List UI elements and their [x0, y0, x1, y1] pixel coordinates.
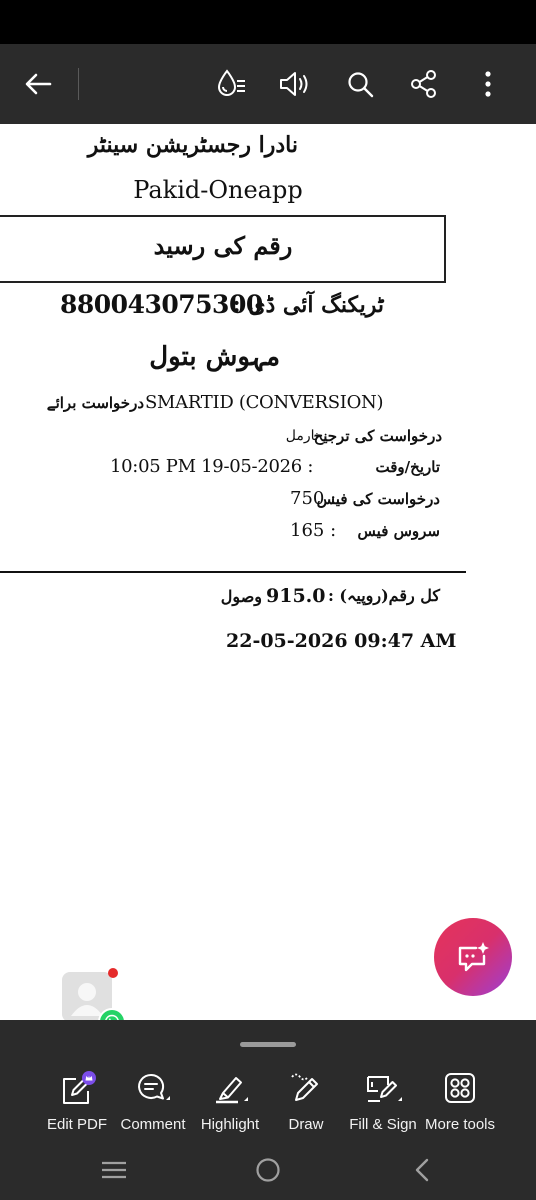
fill-sign-icon: [341, 1068, 425, 1108]
back-icon[interactable]: [402, 1154, 442, 1186]
comment-icon: [111, 1068, 195, 1108]
edit-pdf-icon: [35, 1068, 119, 1108]
top-toolbar: [0, 44, 536, 124]
tracking-label: ٹریکنگ آئی ڈی :: [232, 292, 384, 318]
total-label: کل رقم(روپیہ) :: [327, 586, 440, 605]
service-fee-value: 165 :: [290, 520, 337, 541]
request-for-label: درخواست برائے: [46, 394, 144, 412]
priority-label: درخواست کی ترجیح: [313, 427, 442, 445]
request-for-value: SMARTID (CONVERSION): [145, 392, 384, 413]
status-bar: [0, 0, 536, 44]
app-name: Pakid-Oneapp: [133, 176, 303, 204]
search-icon[interactable]: [340, 64, 380, 104]
datetime-value: 10:05 PM 19-05-2026 :: [110, 456, 314, 477]
home-icon[interactable]: [248, 1154, 288, 1186]
priority-value: : نارمل: [285, 428, 328, 444]
more-tools-button[interactable]: More tools: [418, 1068, 502, 1138]
receipt-datetime: 22-05-2026 09:47 AM: [226, 630, 457, 652]
notification-dot: [108, 968, 118, 978]
drag-handle[interactable]: [240, 1042, 296, 1047]
highlight-icon: [188, 1068, 272, 1108]
ai-assistant-button[interactable]: [434, 918, 512, 996]
draw-icon: [264, 1068, 348, 1108]
ai-chat-sparkle-icon: [458, 942, 489, 972]
app-fee-value: 750 :: [290, 488, 337, 509]
datetime-label: تاریخ/وقت: [375, 458, 440, 476]
read-aloud-icon[interactable]: [274, 64, 314, 104]
tracking-id: 880043075300: [60, 290, 263, 319]
divider-line: [0, 571, 466, 573]
applicant-name: مہوش بتول: [149, 342, 280, 372]
total-value: 915.0: [266, 585, 326, 607]
reading-mode-icon[interactable]: [211, 64, 251, 104]
pdf-document: نادرا رجسٹریشن سینٹر Pakid-Oneapp رقم کی…: [0, 124, 536, 1020]
receipt-title-box: رقم کی رسید: [0, 215, 446, 283]
more-tools-label: More tools: [424, 1116, 496, 1133]
receipt-title: رقم کی رسید: [153, 231, 293, 260]
share-icon[interactable]: [404, 64, 444, 104]
toolbar-divider: [78, 68, 79, 100]
received-label: وصول: [220, 587, 262, 606]
back-arrow-icon[interactable]: [18, 64, 58, 104]
recent-apps-icon[interactable]: [94, 1154, 134, 1186]
more-tools-icon: [418, 1068, 502, 1108]
system-navigation-bar: [0, 1140, 536, 1200]
more-options-icon[interactable]: [468, 64, 508, 104]
center-name: نادرا رجسٹریشن سینٹر: [87, 132, 298, 158]
bottom-toolbar: Edit PDF Comment Highlight Draw Fill & S…: [0, 1020, 536, 1140]
